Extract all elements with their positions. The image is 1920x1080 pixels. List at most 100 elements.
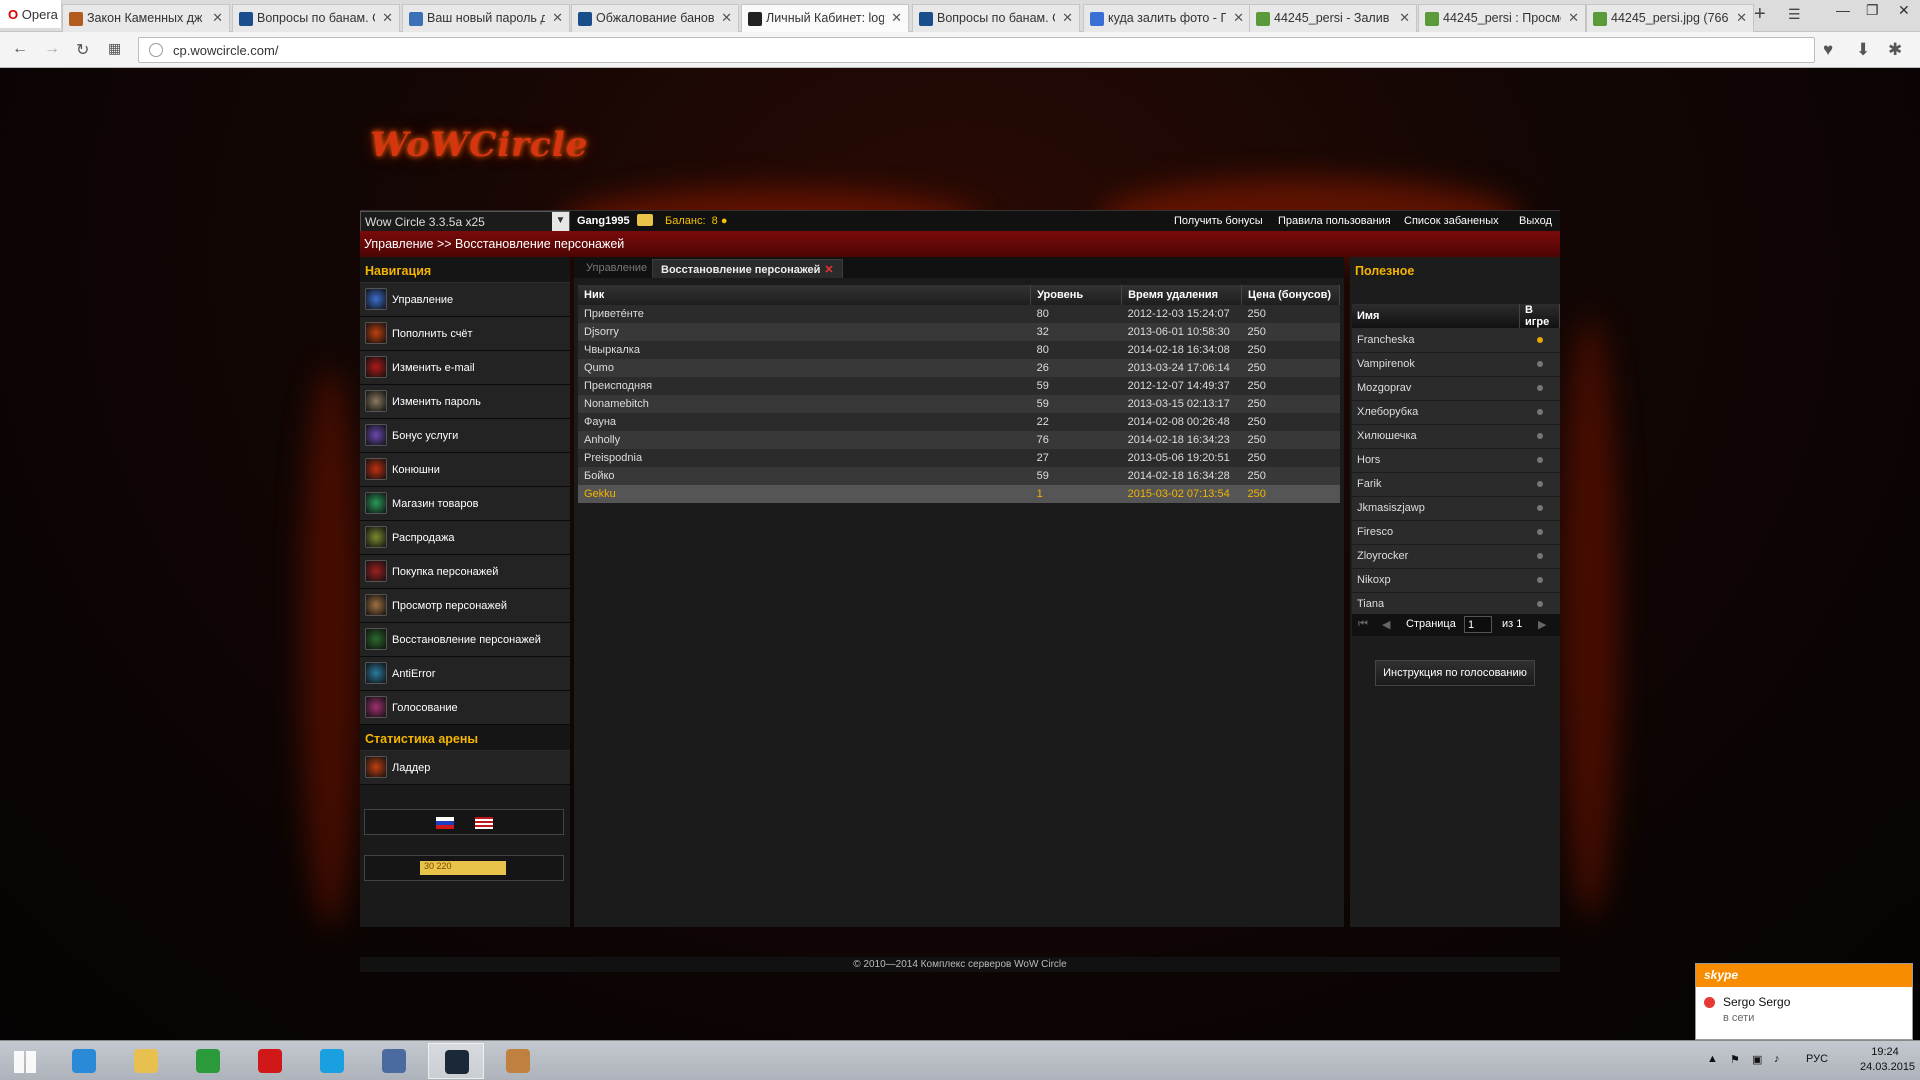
network-icon[interactable]: ⚑: [1730, 1053, 1740, 1066]
browser-tab[interactable]: Вопросы по банам. С ✕: [912, 4, 1080, 32]
sidebar-item[interactable]: Голосование: [360, 691, 570, 725]
browser-tab[interactable]: 44245_persi.jpg (766 ✕: [1586, 4, 1754, 32]
mail-icon[interactable]: [637, 214, 653, 226]
table-row[interactable]: Приветéнте 80 2012-12-03 15:24:07 250: [578, 305, 1340, 323]
chevron-down-icon[interactable]: ▼: [552, 212, 569, 231]
table-row[interactable]: Mozgoprav: [1352, 376, 1560, 401]
browser-tab[interactable]: Ваш новый пароль д ✕: [402, 4, 570, 32]
close-tab-icon[interactable]: ✕: [1062, 10, 1073, 26]
get-bonuses-link[interactable]: Получить бонусы: [1174, 215, 1263, 227]
taskbar-app[interactable]: [242, 1043, 298, 1079]
sidebar-item[interactable]: Покупка персонажей: [360, 555, 570, 589]
prev-page-icon[interactable]: ◀: [1382, 618, 1390, 631]
tab-menu-icon[interactable]: ☰: [1788, 6, 1801, 23]
url-input[interactable]: cp.wowcircle.com/: [138, 37, 1815, 63]
tab-management[interactable]: Управление: [578, 259, 655, 278]
col-price[interactable]: Цена (бонусов): [1241, 285, 1340, 305]
table-row[interactable]: Преисподняя 59 2012-12-07 14:49:37 250: [578, 377, 1340, 395]
minimize-icon[interactable]: —: [1836, 2, 1850, 18]
counter-badge[interactable]: 30 220: [420, 861, 506, 875]
realm-select[interactable]: Wow Circle 3.3.5a x25 ▼: [360, 211, 570, 232]
table-row[interactable]: Nikoxp: [1352, 568, 1560, 593]
russian-flag-icon[interactable]: [436, 817, 454, 829]
table-row[interactable]: Zloyrocker: [1352, 544, 1560, 569]
close-window-icon[interactable]: ✕: [1898, 2, 1910, 19]
back-icon[interactable]: ←: [12, 40, 28, 58]
table-row[interactable]: Бойко 59 2014-02-18 16:34:28 250: [578, 467, 1340, 485]
close-tab-icon[interactable]: ✕: [1233, 10, 1244, 26]
taskbar-app[interactable]: [366, 1043, 422, 1079]
action-center-icon[interactable]: ▣: [1752, 1053, 1762, 1066]
table-row[interactable]: Hors: [1352, 448, 1560, 473]
col-deleted-time[interactable]: Время удаления: [1121, 285, 1243, 305]
close-tab-icon[interactable]: ✕: [891, 10, 902, 26]
logout-link[interactable]: Выход: [1519, 215, 1552, 227]
site-info-icon[interactable]: [149, 43, 163, 57]
table-row[interactable]: Jkmasiszjawp: [1352, 496, 1560, 521]
stash-heart-icon[interactable]: ♥: [1823, 40, 1833, 60]
first-page-icon[interactable]: ⏮: [1358, 618, 1368, 631]
browser-tab[interactable]: Вопросы по банам. С ✕: [232, 4, 400, 32]
sidebar-item[interactable]: Изменить пароль: [360, 385, 570, 419]
col-level[interactable]: Уровень: [1030, 285, 1123, 305]
taskbar-app[interactable]: [304, 1043, 360, 1079]
table-row[interactable]: Tiana: [1352, 592, 1560, 617]
taskbar-app[interactable]: [180, 1043, 236, 1079]
sidebar-item[interactable]: Просмотр персонажей: [360, 589, 570, 623]
speed-dial-icon[interactable]: ▦: [108, 40, 121, 57]
col-online[interactable]: В игре: [1519, 304, 1560, 328]
reload-icon[interactable]: ↻: [76, 40, 89, 60]
table-row[interactable]: Qumo 26 2013-03-24 17:06:14 250: [578, 359, 1340, 377]
sidebar-item-ladder[interactable]: Ладдер: [360, 751, 570, 785]
restore-icon[interactable]: ❐: [1866, 2, 1879, 19]
table-row[interactable]: Farik: [1352, 472, 1560, 497]
taskbar-app[interactable]: [56, 1043, 112, 1079]
browser-tab[interactable]: 44245_persi : Просмо ✕: [1418, 4, 1586, 32]
sidebar-item[interactable]: AntiError: [360, 657, 570, 691]
show-hidden-icons[interactable]: ▲: [1707, 1053, 1718, 1065]
browser-tab[interactable]: 44245_persi - Залив ✕: [1249, 4, 1417, 32]
page-input[interactable]: [1464, 616, 1492, 633]
browser-tab[interactable]: Личный Кабинет: log ✕: [741, 4, 909, 32]
close-tab-icon[interactable]: ✕: [1568, 10, 1579, 26]
close-tab-icon[interactable]: ✕: [721, 10, 732, 26]
close-tab-icon[interactable]: ✕: [212, 10, 223, 26]
table-row[interactable]: Preispodnia 27 2013-05-06 19:20:51 250: [578, 449, 1340, 467]
start-button[interactable]: [0, 1043, 56, 1079]
new-tab-button[interactable]: +: [1754, 3, 1766, 26]
close-tab-icon[interactable]: ✕: [1399, 10, 1410, 26]
table-row[interactable]: Фауна 22 2014-02-08 00:26:48 250: [578, 413, 1340, 431]
sidebar-item[interactable]: Конюшни: [360, 453, 570, 487]
opera-menu-button[interactable]: O Opera: [0, 0, 62, 28]
sidebar-item[interactable]: Бонус услуги: [360, 419, 570, 453]
table-row[interactable]: Firesco: [1352, 520, 1560, 545]
sidebar-item[interactable]: Пополнить счёт: [360, 317, 570, 351]
close-tab-icon[interactable]: ✕: [1736, 10, 1747, 26]
next-page-icon[interactable]: ▶: [1538, 618, 1546, 631]
clock[interactable]: 19:24 24.03.2015: [1860, 1045, 1915, 1075]
close-tab-icon[interactable]: ✕: [552, 10, 563, 26]
col-name[interactable]: Имя: [1352, 304, 1521, 328]
table-row[interactable]: Vampirenok: [1352, 352, 1560, 377]
tab-restore-characters[interactable]: Восстановление персонажей ✕: [652, 259, 843, 278]
input-language[interactable]: РУС: [1806, 1053, 1828, 1065]
table-row[interactable]: Gekku 1 2015-03-02 07:13:54 250: [578, 485, 1340, 503]
extension-icon[interactable]: ✱: [1888, 40, 1902, 60]
taskbar-app[interactable]: [490, 1043, 546, 1079]
us-flag-icon[interactable]: [475, 817, 493, 829]
volume-icon[interactable]: ♪: [1774, 1053, 1780, 1065]
table-row[interactable]: Хлеборубка: [1352, 400, 1560, 425]
browser-tab[interactable]: куда залить фото - Г ✕: [1083, 4, 1251, 32]
download-icon[interactable]: ⬇: [1856, 40, 1870, 60]
sidebar-item[interactable]: Управление: [360, 283, 570, 317]
browser-tab[interactable]: Закон Каменных дж ✕: [62, 4, 230, 32]
skype-notification[interactable]: skype Sergo Sergo в сети: [1695, 963, 1913, 1040]
taskbar-app[interactable]: [428, 1043, 484, 1079]
table-row[interactable]: Djsorry 32 2013-06-01 10:58:30 250: [578, 323, 1340, 341]
close-tab-icon[interactable]: ✕: [382, 10, 393, 26]
site-logo[interactable]: WoWCircle: [370, 125, 587, 195]
rules-link[interactable]: Правила пользования: [1278, 215, 1391, 227]
taskbar-app[interactable]: [118, 1043, 174, 1079]
close-tab-icon[interactable]: ✕: [824, 264, 833, 276]
table-row[interactable]: Чвыркалка 80 2014-02-18 16:34:08 250: [578, 341, 1340, 359]
